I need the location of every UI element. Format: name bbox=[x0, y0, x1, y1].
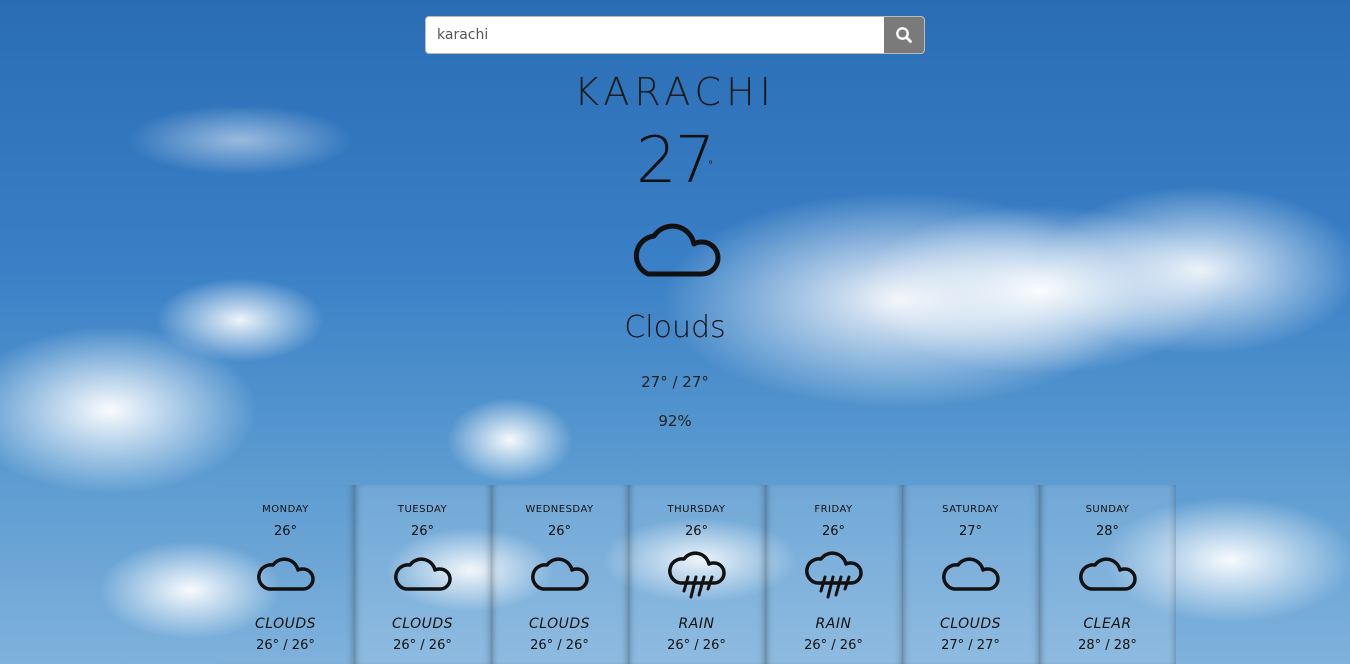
current-temperature: 27 bbox=[636, 124, 715, 198]
forecast-day-monday: MONDAY 26° CLOUDS 26° / 26° bbox=[217, 485, 354, 664]
degree-symbol: ° bbox=[708, 160, 713, 171]
forecast-day-name: WEDNESDAY bbox=[525, 504, 594, 515]
cloud-icon bbox=[628, 214, 722, 284]
forecast-day-thursday: THURSDAY 26° RAIN 26° / 26° bbox=[628, 485, 765, 664]
rain-icon bbox=[805, 551, 863, 607]
forecast-day-range: 28° / 28° bbox=[1078, 638, 1137, 653]
forecast-day-temp: 28° bbox=[1095, 524, 1120, 539]
forecast-day-range: 26° / 26° bbox=[530, 638, 589, 653]
forecast-day-name: MONDAY bbox=[262, 504, 309, 515]
search-input[interactable] bbox=[426, 17, 884, 53]
forecast-day-range: 27° / 27° bbox=[941, 638, 1000, 653]
rain-icon bbox=[668, 551, 726, 607]
forecast-day-temp: 26° bbox=[273, 524, 298, 539]
forecast-day-range: 26° / 26° bbox=[804, 638, 863, 653]
forecast-day-condition: CLOUDS bbox=[939, 616, 1002, 632]
cloud-icon bbox=[257, 551, 315, 599]
forecast-day-condition: CLOUDS bbox=[254, 616, 317, 632]
search-button[interactable] bbox=[884, 17, 924, 53]
forecast-day-temp: 26° bbox=[684, 524, 709, 539]
forecast-day-saturday: SATURDAY 27° CLOUDS 27° / 27° bbox=[902, 485, 1039, 664]
forecast-day-temp: 27° bbox=[958, 524, 983, 539]
forecast-day-range: 26° / 26° bbox=[256, 638, 315, 653]
forecast-day-range: 26° / 26° bbox=[667, 638, 726, 653]
cloud-icon bbox=[531, 551, 589, 599]
forecast-day-name: TUESDAY bbox=[397, 504, 448, 515]
forecast-day-temp: 26° bbox=[410, 524, 435, 539]
forecast-day-condition: CLEAR bbox=[1083, 616, 1132, 632]
current-temp-range: 27° / 27° bbox=[641, 373, 709, 391]
city-name: KARACHI bbox=[574, 70, 776, 114]
search-icon bbox=[896, 27, 912, 43]
cloud-icon bbox=[1079, 551, 1137, 599]
forecast-day-condition: RAIN bbox=[815, 616, 852, 632]
forecast-day-name: SUNDAY bbox=[1085, 504, 1130, 515]
forecast-day-condition: RAIN bbox=[678, 616, 715, 632]
forecast-day-sunday: SUNDAY 28° CLEAR 28° / 28° bbox=[1039, 485, 1176, 664]
forecast-day-condition: CLOUDS bbox=[528, 616, 591, 632]
current-humidity: 92% bbox=[658, 412, 692, 430]
forecast-day-condition: CLOUDS bbox=[391, 616, 454, 632]
forecast-day-name: THURSDAY bbox=[667, 504, 726, 515]
forecast-day-temp: 26° bbox=[547, 524, 572, 539]
forecast-day-range: 26° / 26° bbox=[393, 638, 452, 653]
current-condition: Clouds bbox=[624, 310, 726, 345]
forecast-day-tuesday: TUESDAY 26° CLOUDS 26° / 26° bbox=[354, 485, 491, 664]
cloud-icon bbox=[394, 551, 452, 599]
forecast-strip: MONDAY 26° CLOUDS 26° / 26° TUESDAY 26° … bbox=[217, 485, 1176, 664]
forecast-day-friday: FRIDAY 26° RAIN 26° / 26° bbox=[765, 485, 902, 664]
cloud-icon bbox=[942, 551, 1000, 599]
forecast-day-wednesday: WEDNESDAY 26° CLOUDS 26° / 26° bbox=[491, 485, 628, 664]
forecast-day-name: FRIDAY bbox=[814, 504, 853, 515]
search-bar bbox=[425, 16, 925, 54]
forecast-day-name: SATURDAY bbox=[942, 504, 999, 515]
forecast-day-temp: 26° bbox=[821, 524, 846, 539]
